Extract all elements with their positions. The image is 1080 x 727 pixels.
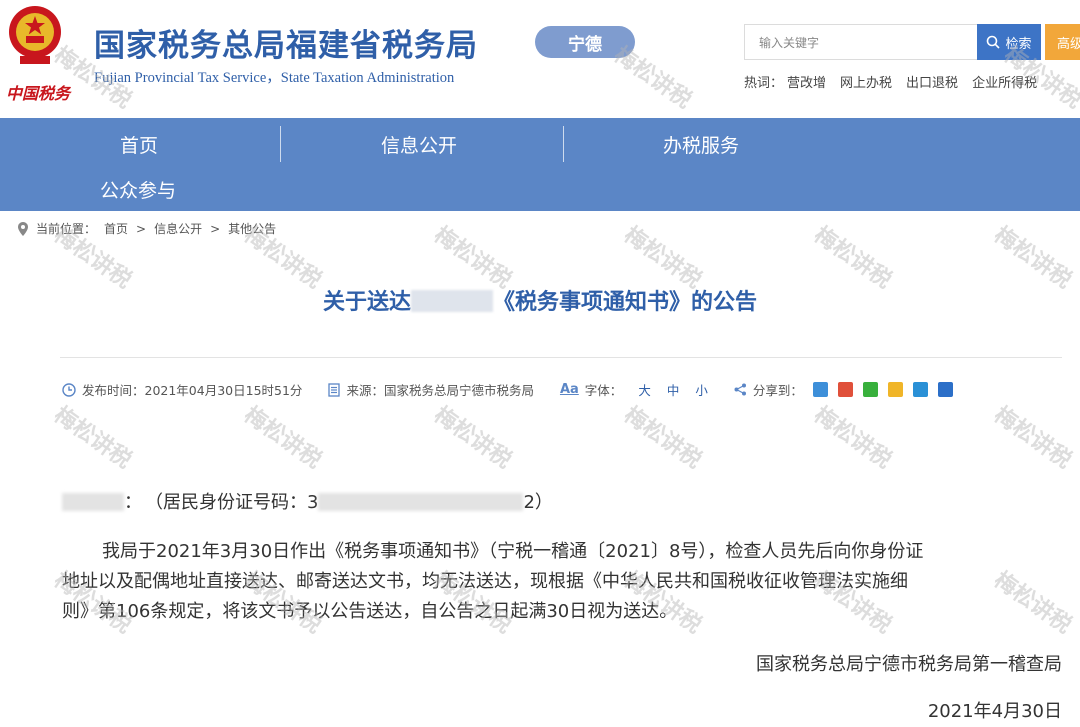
- article-title: 关于送达 《税务事项通知书》的公告: [0, 284, 1080, 316]
- share-weibo-icon[interactable]: [838, 382, 853, 397]
- search-button[interactable]: 检索: [977, 24, 1041, 60]
- hotword-link[interactable]: 网上办税: [840, 76, 892, 91]
- id-suffix: 2）: [523, 492, 552, 513]
- breadcrumb-label: 当前位置：: [36, 220, 96, 237]
- main-nav: 首页 信息公开 办税服务 公众参与: [0, 118, 1080, 211]
- watermark: 梅松讲税: [619, 398, 709, 475]
- breadcrumb: 当前位置： 首页 > 信息公开 > 其他公告: [18, 220, 276, 237]
- font-size-icon: Aa: [560, 382, 579, 397]
- watermark: 梅松讲税: [429, 218, 519, 295]
- share-qzone-icon[interactable]: [813, 382, 828, 397]
- redacted-name: [411, 290, 493, 312]
- article-source: 来源：国家税务总局宁德市税务局: [346, 380, 534, 399]
- issue-date: 2021年4月30日: [928, 697, 1062, 723]
- breadcrumb-separator: >: [136, 222, 146, 236]
- share-wechat-icon[interactable]: [863, 382, 878, 397]
- breadcrumb-item-other[interactable]: 其他公告: [228, 220, 276, 237]
- share-qq-icon[interactable]: [888, 382, 903, 397]
- site-subtitle: Fujian Provincial Tax Service，State Taxa…: [94, 66, 454, 87]
- clock-icon: [62, 383, 76, 397]
- watermark: 梅松讲税: [809, 218, 899, 295]
- search-input[interactable]: 输入关键字: [744, 24, 978, 60]
- nav-item-home[interactable]: 首页: [120, 131, 158, 158]
- hotword-link[interactable]: 出口退税: [906, 76, 958, 91]
- paragraph-line: 我局于2021年3月30日作出《税务事项通知书》（宁税一稽通〔2021〕8号），…: [62, 537, 1067, 567]
- hotword-link[interactable]: 营改增: [787, 76, 826, 91]
- location-pin-icon: [18, 222, 28, 236]
- redacted-id-number: [318, 493, 523, 511]
- breadcrumb-item-info[interactable]: 信息公开: [154, 220, 202, 237]
- hotwords: 热词： 营改增网上办税出口退税企业所得税: [744, 72, 1051, 91]
- watermark: 梅松讲税: [619, 218, 709, 295]
- addressee-line: ： （居民身份证号码：3 2）: [62, 488, 553, 518]
- national-emblem-icon: [6, 4, 64, 68]
- article-meta: 发布时间：2021年04月30日15时51分 来源：国家税务总局宁德市税务局 A…: [62, 380, 979, 399]
- nav-divider: [280, 126, 281, 162]
- title-divider: [60, 357, 1062, 358]
- watermark: 梅松讲税: [989, 218, 1079, 295]
- document-icon: [328, 383, 340, 397]
- notice-paragraph: 我局于2021年3月30日作出《税务事项通知书》（宁税一稽通〔2021〕8号），…: [62, 537, 1067, 627]
- nav-item-public-participation[interactable]: 公众参与: [100, 176, 176, 203]
- watermark: 梅松讲税: [239, 398, 329, 475]
- advanced-search-button[interactable]: 高级: [1045, 24, 1080, 60]
- nav-divider: [563, 126, 564, 162]
- hotwords-label: 热词：: [744, 76, 783, 91]
- site-header: 中国税务 国家税务总局福建省税务局 Fujian Provincial Tax …: [0, 0, 1080, 118]
- search-placeholder: 输入关键字: [759, 34, 819, 51]
- addressee-colon: ：: [124, 492, 142, 513]
- city-badge[interactable]: 宁德: [535, 26, 635, 58]
- watermark: 梅松讲税: [429, 398, 519, 475]
- share-label: 分享到：: [753, 380, 803, 399]
- watermark: 梅松讲税: [809, 398, 899, 475]
- article-title-prefix: 关于送达: [323, 290, 411, 315]
- redacted-name: [62, 493, 124, 511]
- font-size-large[interactable]: 大: [638, 380, 651, 399]
- id-prefix: （居民身份证号码：3: [154, 492, 318, 513]
- advanced-search-label: 高级: [1057, 33, 1080, 52]
- nav-item-tax-services[interactable]: 办税服务: [663, 131, 739, 158]
- hotword-link[interactable]: 企业所得税: [972, 76, 1037, 91]
- share-tencent-icon[interactable]: [913, 382, 928, 397]
- share-renren-icon[interactable]: [938, 382, 953, 397]
- publish-time: 发布时间：2021年04月30日15时51分: [82, 380, 302, 399]
- breadcrumb-item-home[interactable]: 首页: [104, 220, 128, 237]
- font-size-medium[interactable]: 中: [667, 380, 680, 399]
- issuer-signature: 国家税务总局宁德市税务局第一稽查局: [756, 650, 1062, 676]
- watermark: 梅松讲税: [989, 398, 1079, 475]
- article-title-suffix: 《税务事项通知书》的公告: [493, 290, 757, 315]
- logo-script-text: 中国税务: [6, 80, 70, 104]
- share-icon: [734, 383, 747, 396]
- site-title[interactable]: 国家税务总局福建省税务局: [94, 20, 478, 65]
- search-button-label: 检索: [1005, 33, 1031, 52]
- paragraph-line: 则》第106条规定，将该文书予以公告送达，自公告之日起满30日视为送达。: [62, 597, 1067, 627]
- font-size-label: 字体：: [585, 380, 623, 399]
- nav-item-info-disclosure[interactable]: 信息公开: [381, 131, 457, 158]
- search-icon: [986, 35, 1000, 49]
- font-size-small[interactable]: 小: [695, 380, 708, 399]
- breadcrumb-separator: >: [210, 222, 220, 236]
- watermark: 梅松讲税: [49, 398, 139, 475]
- paragraph-line: 地址以及配偶地址直接送达、邮寄送达文书，均无法送达，现根据《中华人民共和国税收征…: [62, 567, 1067, 597]
